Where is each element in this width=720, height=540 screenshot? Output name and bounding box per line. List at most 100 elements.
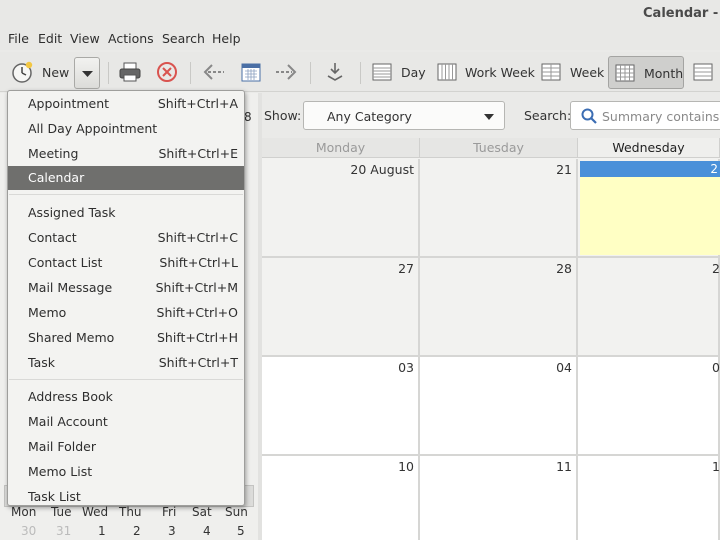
toolbar-separator (190, 62, 191, 84)
menu-item-label: Mail Message (28, 280, 113, 295)
calendar-today-icon (241, 63, 261, 82)
menu-item-appointment[interactable]: Appointment Shift+Ctrl+A (8, 92, 244, 116)
search-icon (581, 108, 597, 124)
menu-item-accelerator: Shift+Ctrl+C (157, 230, 238, 245)
menu-help[interactable]: Help (212, 31, 241, 46)
today-button[interactable] (240, 58, 262, 86)
menu-separator (9, 194, 243, 195)
menu-item-label: Address Book (28, 389, 113, 404)
menu-item-mail-account[interactable]: Mail Account (8, 410, 244, 434)
menu-item-label: Task (28, 355, 55, 370)
view-work-week-button[interactable]: Work Week (437, 58, 535, 86)
search-input[interactable]: Summary contains (570, 101, 720, 130)
month-cell[interactable]: 27 (262, 258, 420, 357)
month-cell[interactable]: 10 (262, 456, 420, 540)
mini-calendar-day[interactable]: 31 (56, 524, 71, 538)
mini-calendar-day[interactable]: 3 (168, 524, 176, 538)
view-month-button[interactable]: Month (608, 56, 684, 89)
mini-calendar-day[interactable]: 4 (203, 524, 211, 538)
menu-item-accelerator: Shift+Ctrl+M (155, 280, 238, 295)
menu-item-label: Meeting (28, 146, 79, 161)
mini-calendar-weekday: Tue (51, 505, 72, 519)
month-cell[interactable]: 28 (420, 258, 578, 357)
menu-search[interactable]: Search (162, 31, 205, 46)
menu-item-memo[interactable]: Memo Shift+Ctrl+O (8, 301, 244, 325)
menu-item-task[interactable]: Task Shift+Ctrl+T (8, 351, 244, 375)
date-label: 28 (556, 261, 572, 276)
view-list-button[interactable] (693, 58, 713, 86)
month-cell[interactable]: 04 (420, 357, 578, 456)
mini-calendar-day[interactable]: 1 (98, 524, 106, 538)
category-select[interactable]: Any Category (303, 101, 505, 130)
menu-item-accelerator: Shift+Ctrl+O (156, 305, 238, 320)
go-to-date-button[interactable] (324, 58, 346, 86)
menu-item-accelerator: Shift+Ctrl+T (158, 355, 238, 370)
day-view-icon (372, 63, 392, 81)
month-cell[interactable]: 1 (578, 456, 720, 540)
date-label: 2 (712, 261, 720, 276)
menu-item-mail-message[interactable]: Mail Message Shift+Ctrl+M (8, 276, 244, 300)
arrow-left-icon (203, 64, 224, 80)
menu-item-accelerator: Shift+Ctrl+A (157, 96, 238, 111)
toolbar-separator (108, 62, 109, 84)
menu-item-shared-memo[interactable]: Shared Memo Shift+Ctrl+H (8, 326, 244, 350)
menu-edit[interactable]: Edit (38, 31, 62, 46)
menu-actions[interactable]: Actions (108, 31, 154, 46)
menu-item-address-book[interactable]: Address Book (8, 385, 244, 409)
menu-item-task-list[interactable]: Task List (8, 485, 244, 505)
menu-item-contact[interactable]: Contact Shift+Ctrl+C (8, 226, 244, 250)
toolbar-separator (360, 62, 361, 84)
menu-item-mail-folder[interactable]: Mail Folder (8, 435, 244, 459)
new-button-label: New (42, 64, 70, 80)
month-cell[interactable]: 03 (262, 357, 420, 456)
date-label: 27 (398, 261, 414, 276)
show-label: Show: (264, 108, 302, 123)
search-label: Search: (524, 108, 572, 123)
menu-item-label: Memo (28, 305, 67, 320)
menu-item-contact-list[interactable]: Contact List Shift+Ctrl+L (8, 251, 244, 275)
menu-item-calendar[interactable]: Calendar (8, 166, 244, 190)
month-cell[interactable]: 11 (420, 456, 578, 540)
menu-item-meeting[interactable]: Meeting Shift+Ctrl+E (8, 142, 244, 166)
date-label: 11 (556, 459, 572, 474)
work-week-view-icon (437, 63, 457, 81)
menu-item-memo-list[interactable]: Memo List (8, 460, 244, 484)
view-week-label: Week (570, 64, 605, 80)
month-cell[interactable]: 2 (578, 258, 720, 357)
day-header-current: Wednesday (578, 138, 720, 158)
date-label: 10 (398, 459, 414, 474)
month-cell[interactable]: 0 (578, 357, 720, 456)
menu-item-label: Shared Memo (28, 330, 115, 345)
menu-view[interactable]: View (70, 31, 100, 46)
mini-calendar-weekday: Wed (82, 505, 109, 519)
delete-button[interactable] (156, 58, 178, 86)
month-view: Monday Tuesday Wednesday 20 August 21 2 … (262, 138, 720, 540)
filter-bar: Show: Any Category Search: Summary conta… (262, 96, 720, 136)
mini-calendar-day[interactable]: 2 (133, 524, 141, 538)
search-placeholder: Summary contains (602, 109, 720, 124)
view-day-label: Day (401, 64, 426, 80)
menu-bar: File Edit View Actions Search Help (0, 28, 720, 50)
view-day-button[interactable]: Day (372, 58, 426, 86)
month-cell[interactable]: 21 (420, 159, 578, 258)
menu-item-all-day-appointment[interactable]: All Day Appointment (8, 117, 244, 141)
new-button[interactable]: New (10, 58, 69, 86)
menu-item-assigned-task[interactable]: Assigned Task (8, 201, 244, 225)
previous-button[interactable] (202, 58, 226, 86)
menu-item-label: All Day Appointment (28, 121, 158, 136)
date-label: 0 (712, 360, 720, 375)
mini-calendar-day[interactable]: 30 (21, 524, 36, 538)
print-button[interactable] (118, 58, 142, 86)
next-button[interactable] (274, 58, 298, 86)
today-indicator: 2 (580, 161, 720, 177)
mini-calendar-day[interactable]: 5 (237, 524, 245, 538)
menu-file[interactable]: File (8, 31, 29, 46)
menu-item-label: Contact List (28, 255, 103, 270)
date-label: 21 (556, 162, 572, 177)
view-week-button[interactable]: Week (541, 58, 604, 86)
menu-item-label: Appointment (28, 96, 110, 111)
menu-item-label: Mail Account (28, 414, 108, 429)
view-work-week-label: Work Week (465, 64, 535, 80)
month-cell[interactable]: 20 August (262, 159, 420, 258)
new-dropdown-button[interactable] (74, 57, 100, 89)
